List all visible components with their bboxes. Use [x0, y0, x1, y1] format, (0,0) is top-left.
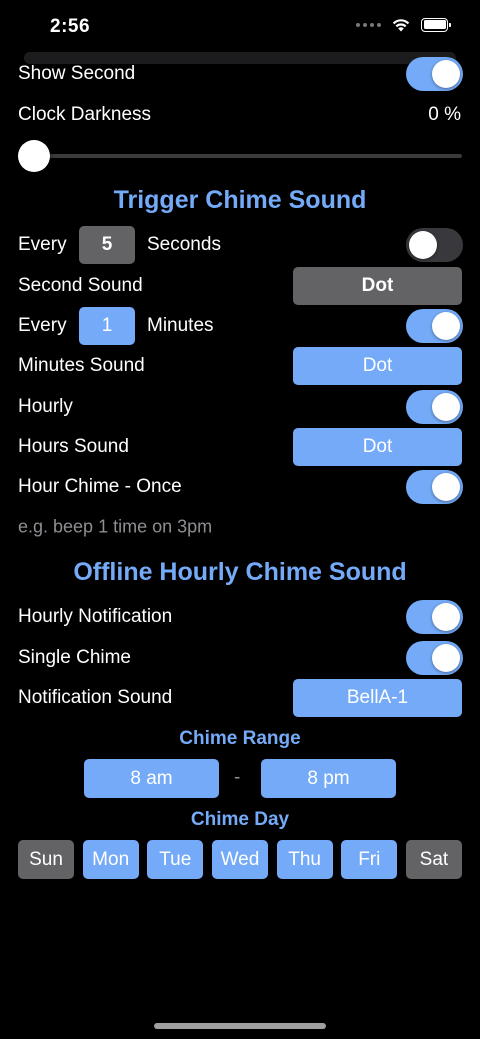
- toggle-knob: [432, 473, 460, 501]
- notification-sound-button[interactable]: BellA-1: [293, 679, 462, 717]
- clock-darkness-label: Clock Darkness: [18, 104, 152, 125]
- every-seconds-toggle[interactable]: [406, 228, 463, 262]
- trigger-section-title: Trigger Chime Sound: [113, 186, 367, 214]
- range-end-button[interactable]: 8 pm: [261, 759, 396, 798]
- day-button-thu[interactable]: Thu: [276, 840, 333, 879]
- hourly-notification-toggle[interactable]: [406, 600, 463, 634]
- every-seconds-prefix: Every: [18, 234, 67, 255]
- toggle-knob: [432, 644, 460, 672]
- status-icons: [356, 17, 451, 32]
- seconds-unit-label: Seconds: [147, 234, 221, 255]
- toggle-knob: [432, 312, 460, 340]
- clock-darkness-row: Clock Darkness 0 %: [0, 95, 480, 135]
- chime-day-selector: Sun Mon Tue Wed Thu Fri Sat: [18, 840, 462, 879]
- day-button-tue[interactable]: Tue: [147, 840, 204, 879]
- single-chime-row: Single Chime: [0, 638, 480, 678]
- single-chime-toggle[interactable]: [406, 641, 463, 675]
- hours-sound-label: Hours Sound: [18, 436, 129, 457]
- second-sound-row: Second Sound Dot: [0, 266, 480, 306]
- every-minutes-prefix: Every: [18, 315, 67, 336]
- hint-row: e.g. beep 1 time on 3pm: [0, 507, 480, 547]
- every-minutes-toggle[interactable]: [406, 309, 463, 343]
- day-button-wed[interactable]: Wed: [211, 840, 268, 879]
- minutes-interval-field[interactable]: 1: [79, 307, 135, 345]
- status-bar: 2:56: [0, 0, 480, 54]
- offline-section-title: Offline Hourly Chime Sound: [73, 558, 407, 586]
- hour-chime-hint: e.g. beep 1 time on 3pm: [18, 516, 213, 537]
- minutes-unit-label: Minutes: [147, 315, 214, 336]
- single-chime-label: Single Chime: [18, 647, 131, 668]
- toggle-knob: [432, 603, 460, 631]
- hour-chime-once-label: Hour Chime - Once: [18, 476, 182, 497]
- day-button-sat[interactable]: Sat: [405, 840, 462, 879]
- hourly-notification-label: Hourly Notification: [18, 606, 173, 627]
- clock-darkness-value: 0 %: [428, 104, 461, 125]
- seconds-interval-field[interactable]: 5: [79, 226, 135, 264]
- range-separator: -: [234, 767, 241, 788]
- minutes-sound-row: Minutes Sound Dot: [0, 346, 480, 386]
- day-button-sun[interactable]: Sun: [18, 840, 74, 879]
- hours-sound-row: Hours Sound Dot: [0, 427, 480, 467]
- toggle-knob: [432, 60, 460, 88]
- range-start-button[interactable]: 8 am: [84, 759, 219, 798]
- every-seconds-row: Every 5 Seconds: [0, 225, 480, 265]
- second-sound-button[interactable]: Dot: [293, 267, 462, 305]
- minutes-sound-label: Minutes Sound: [18, 355, 145, 376]
- hourly-row: Hourly: [0, 387, 480, 427]
- home-indicator[interactable]: [154, 1023, 326, 1029]
- notification-sound-label: Notification Sound: [18, 687, 173, 708]
- hourly-label: Hourly: [18, 396, 73, 417]
- notification-sound-row: Notification Sound BellA-1: [0, 678, 480, 718]
- hour-chime-once-toggle[interactable]: [406, 470, 463, 504]
- show-second-row: Show Second: [0, 54, 480, 94]
- hourly-notification-row: Hourly Notification: [0, 597, 480, 637]
- toggle-knob: [432, 393, 460, 421]
- slider-thumb[interactable]: [18, 140, 50, 172]
- status-time: 2:56: [50, 16, 91, 37]
- show-second-toggle[interactable]: [406, 57, 463, 91]
- hours-sound-button[interactable]: Dot: [293, 428, 462, 466]
- wifi-icon: [392, 19, 410, 32]
- day-button-mon[interactable]: Mon: [82, 840, 139, 879]
- every-minutes-row: Every 1 Minutes: [0, 306, 480, 346]
- slider-track: [18, 154, 462, 158]
- chime-range-title: Chime Range: [179, 728, 301, 749]
- day-button-fri[interactable]: Fri: [341, 840, 398, 879]
- hour-chime-once-row: Hour Chime - Once: [0, 467, 480, 507]
- chime-range-row: 8 am - 8 pm: [0, 759, 480, 798]
- signal-dots-icon: [356, 22, 381, 27]
- minutes-sound-button[interactable]: Dot: [293, 347, 462, 385]
- toggle-knob: [409, 231, 437, 259]
- chime-day-title: Chime Day: [190, 809, 290, 830]
- clock-darkness-slider[interactable]: [18, 140, 462, 172]
- hourly-toggle[interactable]: [406, 390, 463, 424]
- battery-icon: [421, 17, 451, 32]
- second-sound-label: Second Sound: [18, 275, 143, 296]
- show-second-label: Show Second: [18, 63, 136, 84]
